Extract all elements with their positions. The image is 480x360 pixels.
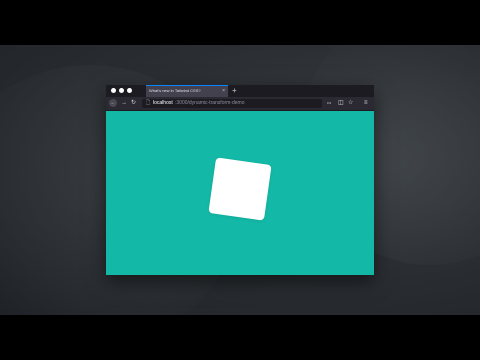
window-close-dot[interactable] — [111, 88, 116, 93]
menu-icon[interactable]: ≡ — [364, 99, 368, 107]
tab-title: What's new in Tailwind CSS? — [149, 88, 201, 93]
window-maximize-dot[interactable] — [127, 88, 132, 93]
url-path: :3000/dynamic-transform-demo — [175, 100, 245, 106]
close-tab-icon[interactable]: × — [222, 88, 225, 94]
letterbox-bottom — [0, 315, 480, 360]
more-actions-icon[interactable]: ••• — [327, 99, 331, 107]
bookmark-star-icon[interactable]: ☆ — [348, 99, 353, 107]
pocket-icon[interactable]: ◫ — [338, 99, 344, 107]
page-icon: 🗋 — [146, 100, 151, 106]
back-button[interactable]: ← — [109, 99, 117, 107]
forward-button[interactable]: → — [121, 100, 127, 107]
letterbox-top — [0, 0, 480, 45]
address-bar[interactable]: 🗋 localhost :3000/dynamic-transform-demo — [142, 99, 322, 108]
tab-active[interactable]: What's new in Tailwind CSS? × — [146, 85, 228, 97]
window-minimize-dot[interactable] — [119, 88, 124, 93]
url-host: localhost — [153, 100, 173, 106]
new-tab-button[interactable]: + — [232, 86, 237, 95]
rotated-square — [208, 157, 272, 221]
browser-window: What's new in Tailwind CSS? × + ← → ↻ 🗋 … — [106, 85, 374, 275]
page-content — [106, 111, 374, 275]
navigation-toolbar: ← → ↻ 🗋 localhost :3000/dynamic-transfor… — [106, 97, 374, 111]
tab-bar: What's new in Tailwind CSS? × + — [106, 85, 374, 97]
reload-button[interactable]: ↻ — [131, 100, 136, 107]
